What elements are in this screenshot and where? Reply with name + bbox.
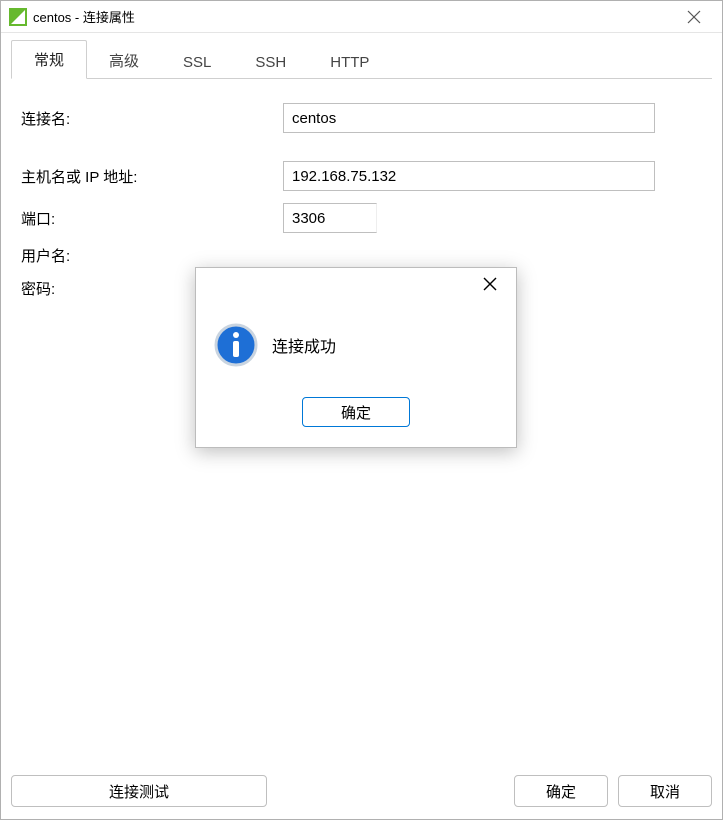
tab-advanced[interactable]: 高级 <box>87 42 161 79</box>
message-dialog: 连接成功 确定 <box>195 267 517 448</box>
close-button[interactable] <box>674 1 714 32</box>
row-username: 用户名: <box>21 245 704 266</box>
dialog-close-button[interactable] <box>470 268 510 300</box>
dialog-footer: 确定 <box>196 397 516 447</box>
cancel-button[interactable]: 取消 <box>618 775 712 807</box>
row-host: 主机名或 IP 地址: <box>21 161 704 191</box>
titlebar: centos - 连接属性 <box>1 1 722 33</box>
host-label: 主机名或 IP 地址: <box>21 166 283 187</box>
host-input[interactable] <box>283 161 655 191</box>
port-input[interactable] <box>283 203 377 233</box>
tab-ssh[interactable]: SSH <box>233 46 308 79</box>
connection-name-label: 连接名: <box>21 108 283 129</box>
tab-ssl[interactable]: SSL <box>161 46 233 79</box>
tab-http[interactable]: HTTP <box>308 46 391 79</box>
bottom-bar: 连接测试 确定 取消 <box>1 765 722 819</box>
connection-name-input[interactable] <box>283 103 655 133</box>
dialog-ok-button[interactable]: 确定 <box>302 397 410 427</box>
dialog-titlebar <box>196 268 516 300</box>
row-port: 端口: <box>21 203 704 233</box>
window-title: centos - 连接属性 <box>33 7 674 26</box>
tabs-bar: 常规 高级 SSL SSH HTTP <box>11 45 712 79</box>
app-icon <box>9 8 27 26</box>
username-label: 用户名: <box>21 245 283 266</box>
ok-button[interactable]: 确定 <box>514 775 608 807</box>
test-connection-button[interactable]: 连接测试 <box>11 775 267 807</box>
row-connection-name: 连接名: <box>21 103 704 133</box>
dialog-body: 连接成功 <box>196 300 516 397</box>
tab-general[interactable]: 常规 <box>11 40 87 79</box>
info-icon <box>214 323 258 367</box>
dialog-message: 连接成功 <box>272 333 336 357</box>
port-label: 端口: <box>21 208 283 229</box>
